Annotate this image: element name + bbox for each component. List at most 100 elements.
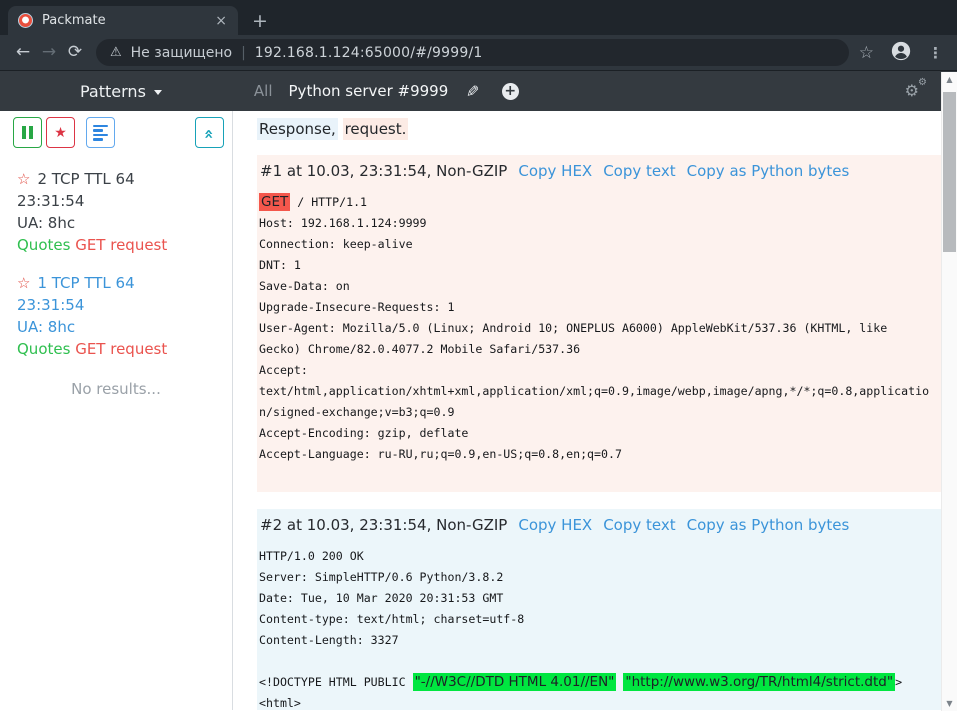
packet-card-request: #1 at 10.03, 23:31:54, Non-GZIP Copy HEX C… — [257, 155, 941, 492]
http-line: Save-Data: on — [259, 276, 933, 297]
quotes-tag: Quotes — [17, 236, 70, 254]
http-line: Upgrade-Insecure-Requests: 1 — [259, 297, 933, 318]
copy-action-link[interactable]: Copy as Python bytes — [687, 516, 850, 534]
scrollbar-up-icon[interactable]: ▲ — [942, 73, 957, 86]
interface-tabs: All Python server #9999 ✎ + — [254, 82, 519, 101]
stream-time: 23:31:54 — [17, 294, 222, 316]
pattern-highlight-green: "-//W3C//DTD HTML 4.01//EN" — [413, 673, 617, 691]
http-line: Accept-Language: ru-RU,ru;q=0.9,en-US;q=… — [259, 444, 933, 465]
back-icon[interactable]: ← — [10, 44, 36, 61]
http-line: GET / HTTP/1.1 — [259, 192, 933, 213]
copy-action-link[interactable]: Copy HEX — [518, 162, 592, 180]
stream-title-line: ☆ 1 TCP TTL 64 — [17, 272, 222, 294]
tab-title: Packmate — [42, 13, 213, 28]
stream-content: Response, request. #1 at 10.03, 23:31:54… — [233, 111, 957, 710]
collapse-sidebar-button[interactable]: « — [195, 117, 224, 148]
pattern-highlight-red: GET — [259, 193, 290, 211]
stream-summary-line: Response, request. — [257, 119, 941, 140]
stream-title: 2 TCP TTL 64 — [37, 170, 134, 188]
http-line: Server: SimpleHTTP/0.6 Python/3.8.2 — [259, 567, 933, 588]
http-line — [259, 465, 933, 486]
url-separator: | — [241, 45, 246, 61]
url-bar[interactable]: ⚠ Не защищено | 192.168.1.124:65000/#/99… — [96, 39, 849, 66]
packet-card-response: #2 at 10.03, 23:31:54, Non-GZIP Copy HEX C… — [257, 509, 941, 710]
packet-meta: #2 at 10.03, 23:31:54, Non-GZIP — [260, 516, 507, 534]
browser-menu-icon[interactable]: ⋮ — [928, 44, 943, 62]
http-line — [259, 651, 933, 672]
stream-user-agent: UA: 8hc — [17, 212, 222, 234]
http-line: Accept: text/html,application/xhtml+xml,… — [259, 360, 933, 423]
patterns-dropdown[interactable]: Patterns — [80, 82, 162, 101]
sidebar-toolbar: ★ « — [0, 117, 232, 148]
tab-python-server[interactable]: Python server #9999 — [289, 82, 449, 100]
http-line: Content-type: text/html; charset=utf-8 — [259, 609, 933, 630]
pause-capture-button[interactable] — [13, 117, 42, 148]
stream-time: 23:31:54 — [17, 190, 222, 212]
chevrons-up-icon: « — [202, 128, 218, 136]
tab-all[interactable]: All — [254, 82, 273, 100]
packet-header: #2 at 10.03, 23:31:54, Non-GZIP Copy HEX C… — [259, 515, 933, 536]
stream-tags: Quotes GET request — [17, 234, 222, 256]
packet-body: GET / HTTP/1.1Host: 192.168.1.124:9999Co… — [259, 192, 933, 486]
pattern-filter-button[interactable] — [86, 117, 115, 148]
security-label: Не защищено — [131, 45, 232, 61]
http-line: <html> — [259, 693, 933, 710]
copy-action-link[interactable]: Copy HEX — [518, 516, 592, 534]
reload-icon[interactable]: ⟳ — [62, 44, 88, 61]
favorite-star-icon[interactable]: ☆ — [17, 274, 30, 292]
star-icon: ★ — [54, 125, 67, 141]
scrollbar-thumb[interactable] — [943, 92, 956, 252]
packet-body: HTTP/1.0 200 OKServer: SimpleHTTP/0.6 Py… — [259, 546, 933, 710]
bookmark-star-icon[interactable]: ☆ — [859, 43, 874, 63]
matched-pattern-tag: GET request — [75, 340, 167, 358]
http-line: Date: Tue, 10 Mar 2020 20:31:53 GMT — [259, 588, 933, 609]
http-line: <!DOCTYPE HTML PUBLIC "-//W3C//DTD HTML … — [259, 672, 933, 693]
matched-pattern-tag: GET request — [75, 236, 167, 254]
new-tab-button[interactable]: + — [252, 12, 268, 31]
filter-chip-response: Response, — [257, 118, 338, 140]
edit-pencil-icon[interactable]: ✎ — [466, 82, 479, 101]
copy-action-link[interactable]: Copy as Python bytes — [687, 162, 850, 180]
not-secure-warning-icon: ⚠ — [110, 45, 122, 60]
packet-meta: #1 at 10.03, 23:31:54, Non-GZIP — [260, 162, 507, 180]
stream-list: ☆2 TCP TTL 6423:31:54UA: 8hcQuotes GET r… — [0, 168, 232, 360]
browser-toolbar: ← → ⟳ ⚠ Не защищено | 192.168.1.124:6500… — [0, 35, 957, 70]
pattern-highlight-green: "http://www.w3.org/TR/html4/strict.dtd" — [623, 673, 895, 691]
http-line: HTTP/1.0 200 OK — [259, 546, 933, 567]
copy-action-link[interactable]: Copy text — [603, 162, 675, 180]
scrollbar-down-icon[interactable]: ▼ — [942, 697, 957, 710]
packet-list: #1 at 10.03, 23:31:54, Non-GZIP Copy HEX C… — [257, 155, 941, 710]
browser-tab[interactable]: Packmate × — [8, 6, 238, 35]
add-interface-button[interactable]: + — [502, 83, 519, 100]
stream-list-item[interactable]: ☆ 1 TCP TTL 64 23:31:54UA: 8hc Quotes GET r… — [0, 272, 232, 360]
copy-action-link[interactable]: Copy text — [603, 516, 675, 534]
packet-header: #1 at 10.03, 23:31:54, Non-GZIP Copy HEX C… — [259, 161, 933, 182]
chevron-down-icon — [154, 90, 162, 95]
close-tab-icon[interactable]: × — [213, 13, 229, 29]
http-line: Content-Length: 3327 — [259, 630, 933, 651]
browser-actions: ☆ ⋮ — [859, 40, 943, 66]
pause-icon — [22, 126, 33, 139]
settings-gears-icon[interactable]: ⚙⚙ — [905, 83, 919, 99]
page-scrollbar[interactable]: ▲ ▼ — [941, 72, 957, 711]
packmate-page: Patterns All Python server #9999 ✎ + ⚙⚙ — [0, 70, 957, 710]
patterns-label: Patterns — [80, 82, 146, 101]
packmate-favicon-icon — [18, 13, 33, 28]
url-text: 192.168.1.124:65000/#/9999/1 — [255, 45, 483, 61]
http-line: Host: 192.168.1.124:9999 — [259, 213, 933, 234]
favorites-filter-button[interactable]: ★ — [46, 117, 75, 148]
stream-list-item[interactable]: ☆2 TCP TTL 6423:31:54UA: 8hcQuotes GET r… — [0, 168, 232, 256]
workspace: ★ « ☆2 TCP TTL 6423:31:54UA: 8hcQuotes G… — [0, 111, 957, 710]
http-line: Connection: keep-alive — [259, 234, 933, 255]
http-line: DNT: 1 — [259, 255, 933, 276]
stream-title: 1 TCP TTL 64 — [37, 274, 134, 292]
forward-icon[interactable]: → — [36, 44, 62, 61]
profile-avatar-icon[interactable] — [890, 40, 912, 66]
quotes-tag: Quotes — [17, 340, 70, 358]
stream-user-agent: UA: 8hc — [17, 316, 222, 338]
http-line: User-Agent: Mozilla/5.0 (Linux; Android … — [259, 318, 933, 360]
packmate-app-window: Packmate × + ← → ⟳ ⚠ Не защищено | 192.1… — [0, 0, 957, 711]
stream-title-line: ☆ 2 TCP TTL 64 — [17, 168, 222, 190]
favorite-star-icon[interactable]: ☆ — [17, 170, 30, 188]
stream-sidebar: ★ « ☆2 TCP TTL 6423:31:54UA: 8hcQuotes G… — [0, 111, 233, 710]
